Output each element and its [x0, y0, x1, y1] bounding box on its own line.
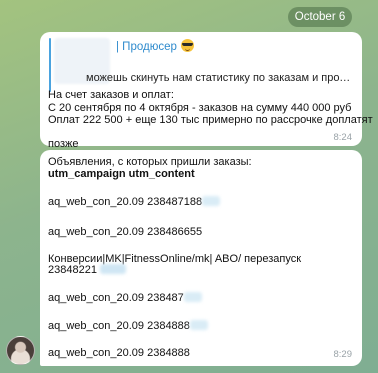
message-line: На счет заказов и оплат: — [48, 89, 174, 101]
redacted-blur — [189, 320, 208, 330]
utm-row: aq_web_con_20.09 238486655 — [48, 226, 203, 238]
utm-row: aq_web_con_20.09 2384888 — [48, 347, 190, 359]
redacted-blur — [100, 264, 127, 274]
message-bubble[interactable]: | Продюсер можешь скинуть нам статистику… — [40, 32, 373, 150]
utm-row: aq_web_con_20.09 238487188 — [48, 196, 221, 208]
message-time: 8:24 — [333, 132, 353, 143]
redacted-blur — [183, 292, 202, 302]
redacted-blur — [202, 196, 221, 206]
campaign-id-row: 23848221 — [48, 264, 127, 276]
reply-preview-text[interactable]: можешь скинуть нам статистику по заказам… — [86, 72, 356, 84]
utm-row: aq_web_con_20.09 238487 — [48, 292, 202, 304]
utm-row-text: aq_web_con_20.09 2384888 — [48, 320, 190, 332]
message-line: Оплат 222 500 + еще 130 тыс примерно по … — [48, 114, 373, 126]
message-bubble[interactable]: Объявления, с которых пришли заказы: utm… — [40, 150, 362, 366]
sender-avatar[interactable] — [6, 336, 35, 365]
utm-row: aq_web_con_20.09 2384888 — [48, 320, 208, 332]
utm-row-text: aq_web_con_20.09 238487 — [48, 292, 184, 304]
campaign-id-text: 23848221 — [48, 264, 97, 276]
date-chip: October 6 — [288, 7, 352, 27]
message-header: utm_campaign utm_content — [48, 168, 195, 180]
reply-quote-bar — [49, 38, 51, 92]
utm-row-text: aq_web_con_20.09 238487188 — [48, 196, 203, 208]
message-line: позже — [48, 138, 79, 150]
message-title: Объявления, с которых пришли заказы: — [48, 156, 252, 168]
message-line: С 20 сентября по 4 октября - заказов на … — [48, 102, 352, 114]
sunglasses-emoji-icon — [180, 39, 194, 52]
reply-author-label: | Продюсер — [116, 41, 177, 53]
message-time: 8:29 — [333, 349, 353, 360]
reply-author[interactable]: | Продюсер — [116, 39, 194, 53]
